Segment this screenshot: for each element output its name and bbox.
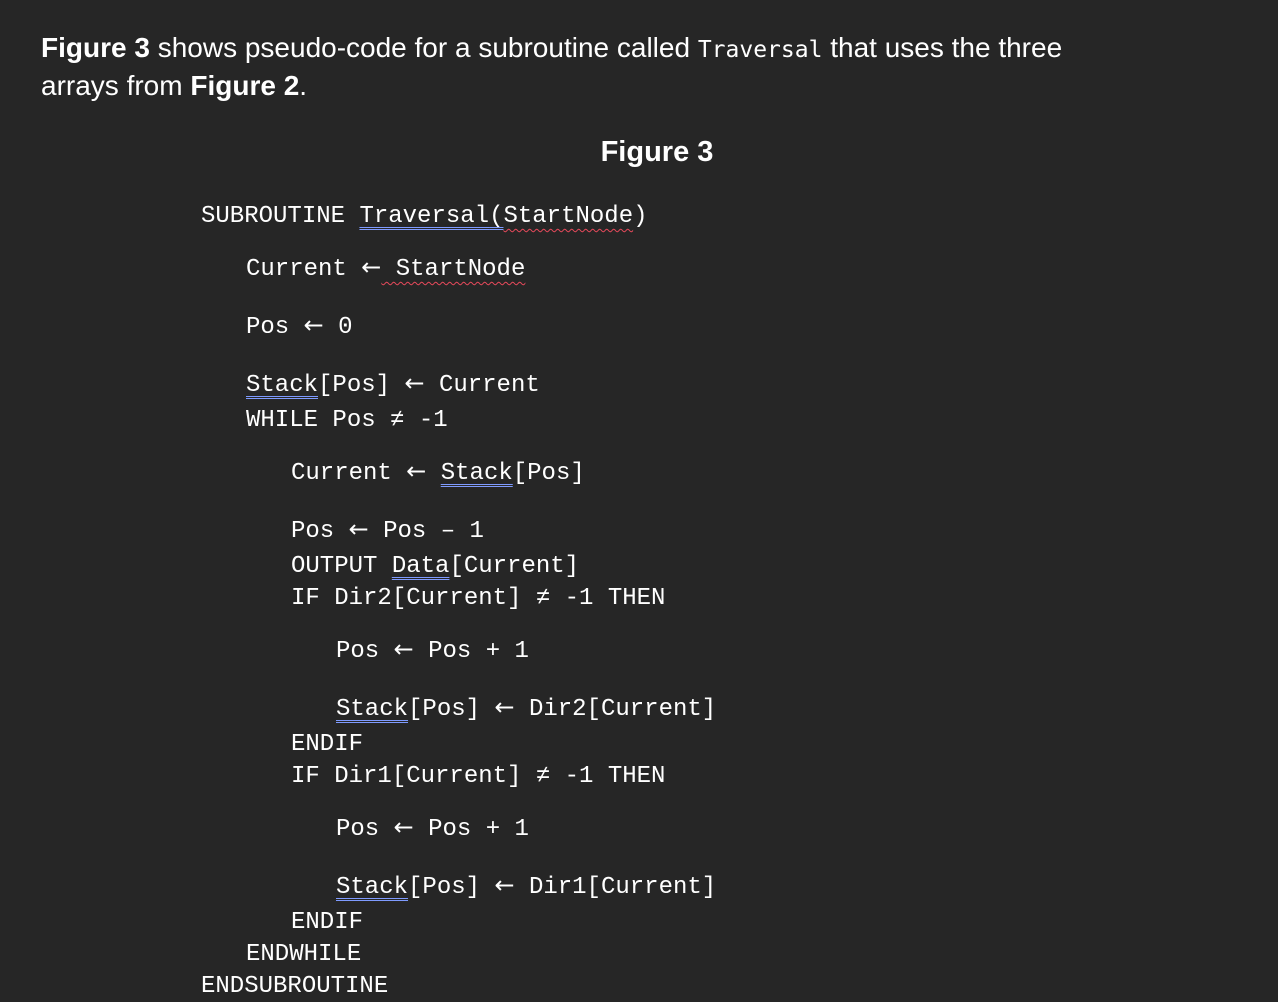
assign-arrow-icon: ← — [406, 457, 427, 485]
code-text: Current — [424, 372, 540, 399]
code-line-endsubroutine: ENDSUBROUTINE — [201, 973, 389, 1000]
code-text: 0 — [323, 314, 353, 341]
stack-array: Stack — [246, 372, 319, 399]
code-line-pos-init: Pos ← 0 — [246, 310, 353, 343]
code-text: Pos — [246, 314, 304, 341]
intro-text-4: . — [299, 70, 308, 101]
code-line-while: WHILE Pos ≠ -1 — [246, 407, 448, 434]
code-text: Pos — [336, 816, 394, 843]
code-line-if-dir1: IF Dir1[Current] ≠ -1 THEN — [291, 763, 666, 790]
assign-arrow-icon: ← — [303, 311, 324, 339]
intro-paragraph: Figure 3 shows pseudo-code for a subrout… — [41, 30, 1241, 104]
code-text: Pos – 1 — [368, 518, 484, 545]
code-text: Pos — [336, 638, 394, 665]
code-line-pos-increment-1: Pos ← Pos + 1 — [336, 634, 529, 667]
code-line-endif-2: ENDIF — [291, 909, 364, 936]
subroutine-name: Traversal — [359, 203, 490, 230]
code-line-subroutine: SUBROUTINE Traversal(StartNode) — [201, 202, 648, 232]
stack-array: Stack — [440, 460, 513, 487]
open-paren: ( — [489, 203, 504, 230]
code-text: [Pos] — [408, 874, 495, 901]
code-line-current-pop: Current ← Stack[Pos] — [291, 456, 585, 489]
assign-arrow-icon: ← — [361, 253, 382, 281]
close-paren: ) — [633, 203, 648, 230]
code-text: Pos — [291, 518, 349, 545]
keyword-output: OUTPUT — [291, 553, 392, 580]
stack-array: Stack — [336, 874, 409, 901]
code-text: [Current] — [449, 553, 580, 580]
assign-arrow-icon: ← — [494, 871, 515, 899]
subroutine-name-inline: Traversal — [697, 37, 823, 63]
figure-3-reference: Figure 3 — [41, 32, 150, 63]
startnode-ref: StartNode — [381, 256, 526, 283]
code-text: [Pos] — [408, 696, 495, 723]
code-text: Current — [291, 460, 407, 487]
code-line-if-dir2: IF Dir2[Current] ≠ -1 THEN — [291, 585, 666, 612]
code-text: [Pos] — [512, 460, 585, 487]
code-text: Dir2[Current] — [514, 696, 717, 723]
code-text: Pos + 1 — [413, 816, 529, 843]
data-array: Data — [391, 553, 450, 580]
keyword-subroutine: SUBROUTINE — [201, 203, 360, 230]
code-text: Dir1[Current] — [514, 874, 717, 901]
code-text: Current — [246, 256, 362, 283]
code-line-endif-1: ENDIF — [291, 731, 364, 758]
figure-2-reference: Figure 2 — [190, 70, 300, 101]
code-line-stack-init: Stack[Pos] ← Current — [246, 368, 540, 401]
assign-arrow-icon: ← — [393, 813, 414, 841]
stack-array: Stack — [336, 696, 409, 723]
code-text: Pos + 1 — [413, 638, 529, 665]
param-startnode: StartNode — [503, 203, 634, 230]
code-line-current-init: Current ← StartNode — [246, 252, 525, 285]
figure-title: Figure 3 — [600, 136, 714, 168]
assign-arrow-icon: ← — [404, 369, 425, 397]
assign-arrow-icon: ← — [393, 635, 414, 663]
code-line-push-dir1: Stack[Pos] ← Dir1[Current] — [336, 870, 716, 903]
code-line-pos-decrement: Pos ← Pos – 1 — [291, 514, 484, 547]
code-line-endwhile: ENDWHILE — [246, 941, 362, 968]
code-line-pos-increment-2: Pos ← Pos + 1 — [336, 812, 529, 845]
intro-text-3: arrays from — [41, 70, 191, 101]
assign-arrow-icon: ← — [348, 515, 369, 543]
intro-text-1: shows pseudo-code for a subroutine calle… — [149, 32, 698, 63]
assign-arrow-icon: ← — [494, 693, 515, 721]
intro-text-2: that uses the three — [822, 32, 1063, 63]
code-text: [Pos] — [318, 372, 405, 399]
code-line-output: OUTPUT Data[Current] — [291, 552, 579, 582]
code-line-push-dir2: Stack[Pos] ← Dir2[Current] — [336, 692, 716, 725]
